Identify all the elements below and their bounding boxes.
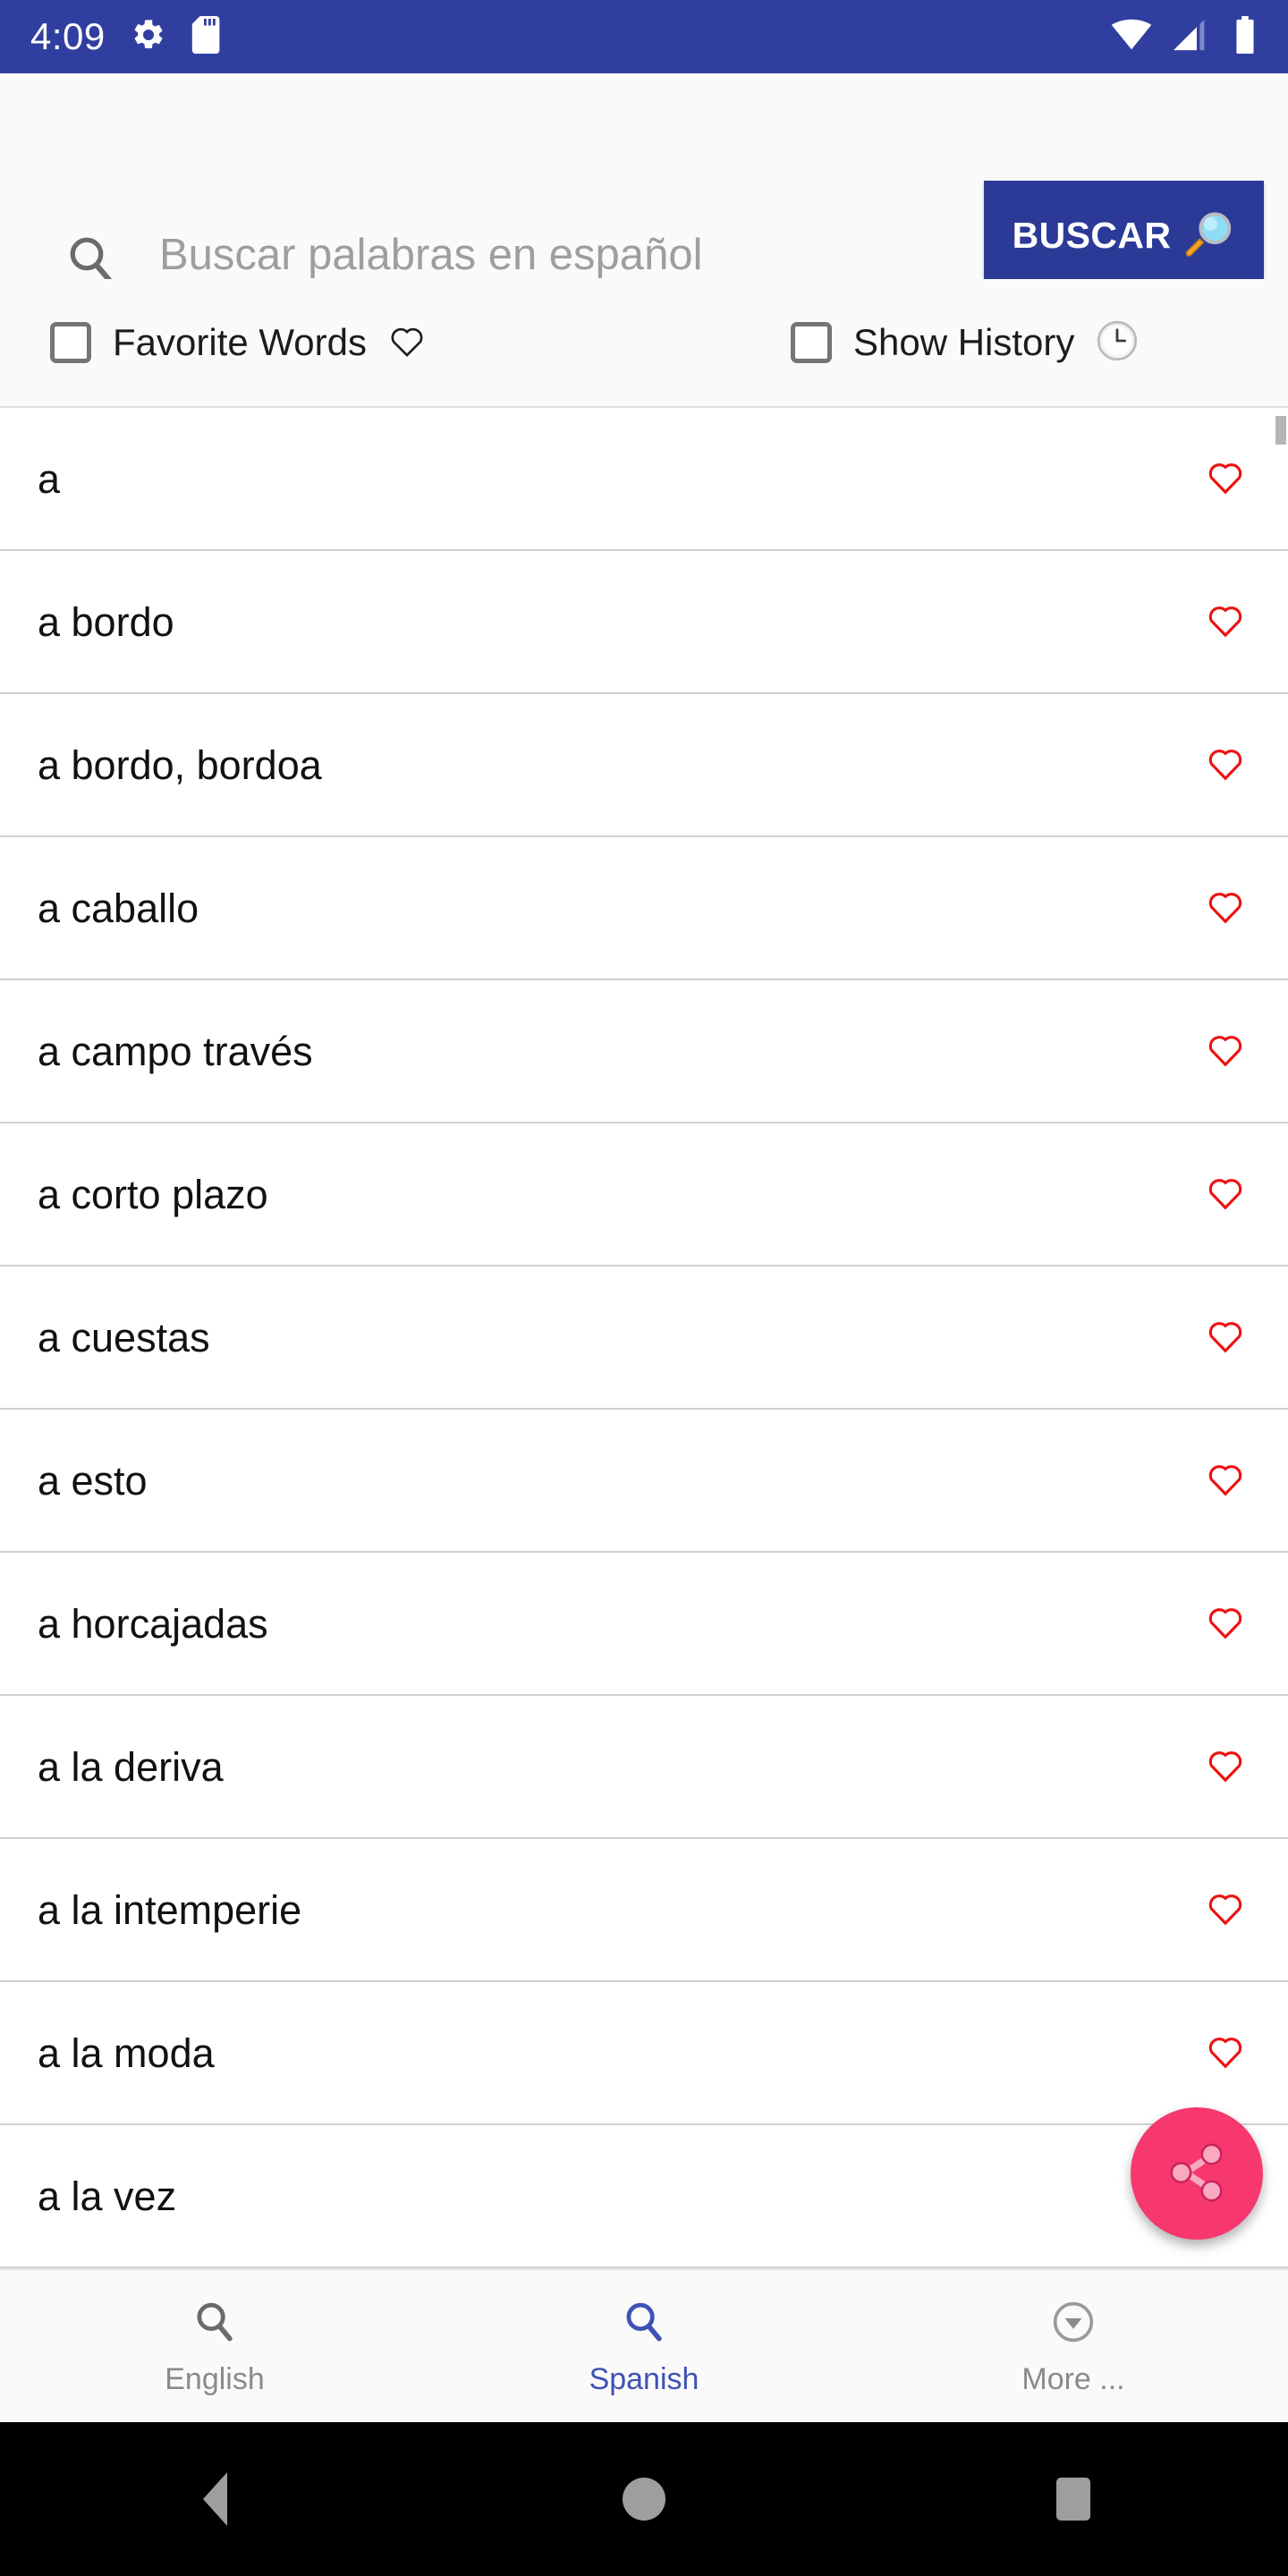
table-row[interactable]: a la vez <box>0 2125 1288 2268</box>
favorite-heart-icon[interactable] <box>1206 1888 1245 1932</box>
word-label: a corto plazo <box>38 1171 268 1217</box>
list-scrollbar-thumb[interactable] <box>1275 416 1286 445</box>
checkbox-box[interactable] <box>50 322 91 363</box>
favorite-heart-icon[interactable] <box>1206 743 1245 787</box>
favorite-heart-icon[interactable] <box>1206 457 1245 501</box>
gear-icon <box>131 17 166 57</box>
table-row[interactable]: a la moda <box>0 1982 1288 2125</box>
table-row[interactable]: a bordo, bordoa <box>0 694 1288 837</box>
table-row[interactable]: a la deriva <box>0 1696 1288 1839</box>
favorite-heart-icon[interactable] <box>1206 1030 1245 1073</box>
favorite-heart-icon[interactable] <box>1206 1459 1245 1503</box>
tab-english[interactable]: English <box>0 2270 429 2422</box>
status-bar-left: 4:09 <box>30 15 224 58</box>
table-row[interactable]: a cuestas <box>0 1267 1288 1410</box>
favorite-heart-icon[interactable] <box>1206 1745 1245 1789</box>
table-row[interactable]: a esto <box>0 1410 1288 1553</box>
status-time: 4:09 <box>30 15 106 57</box>
table-row[interactable]: a caballo <box>0 837 1288 980</box>
checkbox-box[interactable] <box>790 322 832 363</box>
tab-spanish[interactable]: Spanish <box>429 2270 859 2422</box>
magnifying-glass-emoji-icon <box>1183 208 1235 263</box>
heart-outline-icon <box>388 322 426 364</box>
share-icon <box>1162 2138 1232 2210</box>
android-navigation-bar <box>0 2422 1288 2576</box>
tab-more-label: More ... <box>1021 2361 1125 2396</box>
back-button[interactable] <box>0 2472 429 2526</box>
home-circle-icon <box>623 2478 665 2521</box>
tab-english-label: English <box>165 2361 265 2396</box>
cell-signal-icon <box>1174 19 1211 55</box>
share-fab-button[interactable] <box>1131 2107 1263 2240</box>
clock-icon <box>1096 319 1139 367</box>
word-label: a bordo, bordoa <box>38 741 322 788</box>
favorite-heart-icon[interactable] <box>1206 1173 1245 1216</box>
tab-spanish-label: Spanish <box>589 2361 699 2396</box>
wifi-icon <box>1111 19 1152 55</box>
recents-button[interactable] <box>859 2478 1288 2521</box>
word-label: a la deriva <box>38 1743 224 1790</box>
search-submit-button[interactable]: BUSCAR <box>984 181 1264 291</box>
app-screen: 4:09 Buscar palabras en español BUSCAR F… <box>0 0 1288 2576</box>
favorite-heart-icon[interactable] <box>1206 2031 1245 2075</box>
bottom-navigation: English Spanish More ... <box>0 2268 1288 2422</box>
home-button[interactable] <box>429 2478 859 2521</box>
sd-card-icon <box>191 15 224 58</box>
word-label: a la vez <box>38 2173 177 2219</box>
table-row[interactable]: a bordo <box>0 551 1288 694</box>
search-icon <box>191 2299 238 2350</box>
word-label: a la moda <box>38 2029 215 2076</box>
table-row[interactable]: a campo través <box>0 980 1288 1123</box>
word-list[interactable]: a a bordo a bordo, bordoa a caballo a ca <box>0 406 1288 2268</box>
table-row[interactable]: a horcajadas <box>0 1553 1288 1696</box>
status-bar: 4:09 <box>0 0 1288 73</box>
word-label: a horcajadas <box>38 1600 268 1647</box>
word-label: a caballo <box>38 885 199 931</box>
favorite-heart-icon[interactable] <box>1206 1602 1245 1646</box>
word-label: a <box>38 455 61 502</box>
word-label: a cuestas <box>38 1314 210 1360</box>
word-label: a bordo <box>38 598 174 645</box>
favorite-words-checkbox[interactable]: Favorite Words <box>50 322 426 364</box>
show-history-checkbox[interactable]: Show History <box>790 319 1139 367</box>
favorite-words-label: Favorite Words <box>113 321 367 363</box>
word-label: a la intemperie <box>38 1886 302 1933</box>
favorite-heart-icon[interactable] <box>1206 600 1245 644</box>
show-history-label: Show History <box>852 321 1075 363</box>
battery-icon <box>1233 15 1258 58</box>
word-label: a esto <box>38 1457 148 1504</box>
tab-more[interactable]: More ... <box>859 2270 1288 2422</box>
search-icon <box>64 233 118 286</box>
table-row[interactable]: a corto plazo <box>0 1123 1288 1267</box>
search-icon <box>621 2299 667 2350</box>
back-triangle-icon <box>202 2472 227 2526</box>
table-row[interactable]: a la intemperie <box>0 1839 1288 1982</box>
chevron-down-circle-icon <box>1050 2299 1097 2350</box>
word-label: a campo través <box>38 1028 313 1074</box>
favorite-heart-icon[interactable] <box>1206 1316 1245 1360</box>
status-bar-right <box>1111 15 1258 58</box>
recents-square-icon <box>1056 2478 1090 2521</box>
filter-options-row: Favorite Words Show History <box>0 279 1288 406</box>
search-submit-label: BUSCAR <box>1012 215 1172 256</box>
table-row[interactable]: a <box>0 408 1288 551</box>
favorite-heart-icon[interactable] <box>1206 886 1245 930</box>
search-bar: BUSCAR <box>0 73 1288 332</box>
